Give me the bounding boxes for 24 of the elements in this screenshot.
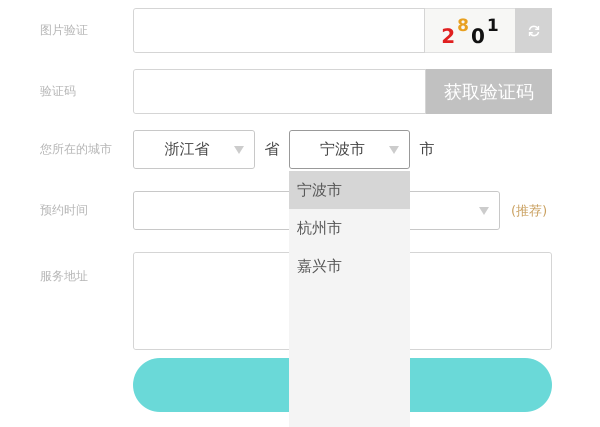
dropdown-option[interactable]: 嘉兴市 (289, 247, 410, 285)
captcha-input[interactable] (133, 8, 425, 53)
caret-icon (389, 146, 399, 154)
field-label: 图片验证 (40, 22, 89, 39)
province-select[interactable]: 浙江省 (133, 130, 255, 169)
captcha-digit: 0 (471, 24, 485, 48)
caret-icon (479, 207, 489, 215)
city-select[interactable]: 宁波市 (289, 130, 410, 169)
field-label: 您所在的城市 (40, 141, 113, 158)
caret-icon (234, 146, 244, 154)
dropdown-option[interactable]: 杭州市 (289, 209, 410, 247)
field-label: 服务地址 (40, 268, 89, 285)
recommend-hint: (推荐) (511, 202, 548, 220)
unit-label: 省 (264, 140, 280, 159)
captcha-digit: 8 (457, 16, 469, 36)
unit-label: 市 (418, 140, 436, 159)
captcha-digit: 2 (441, 24, 456, 48)
dropdown-option[interactable]: 宁波市 (289, 171, 410, 209)
field-label: 预约时间 (40, 202, 89, 219)
refresh-icon (526, 24, 540, 38)
field-label: 验证码 (40, 83, 77, 100)
captcha-digit: 1 (486, 16, 499, 36)
refresh-button[interactable] (515, 8, 552, 53)
code-input[interactable] (133, 69, 426, 114)
